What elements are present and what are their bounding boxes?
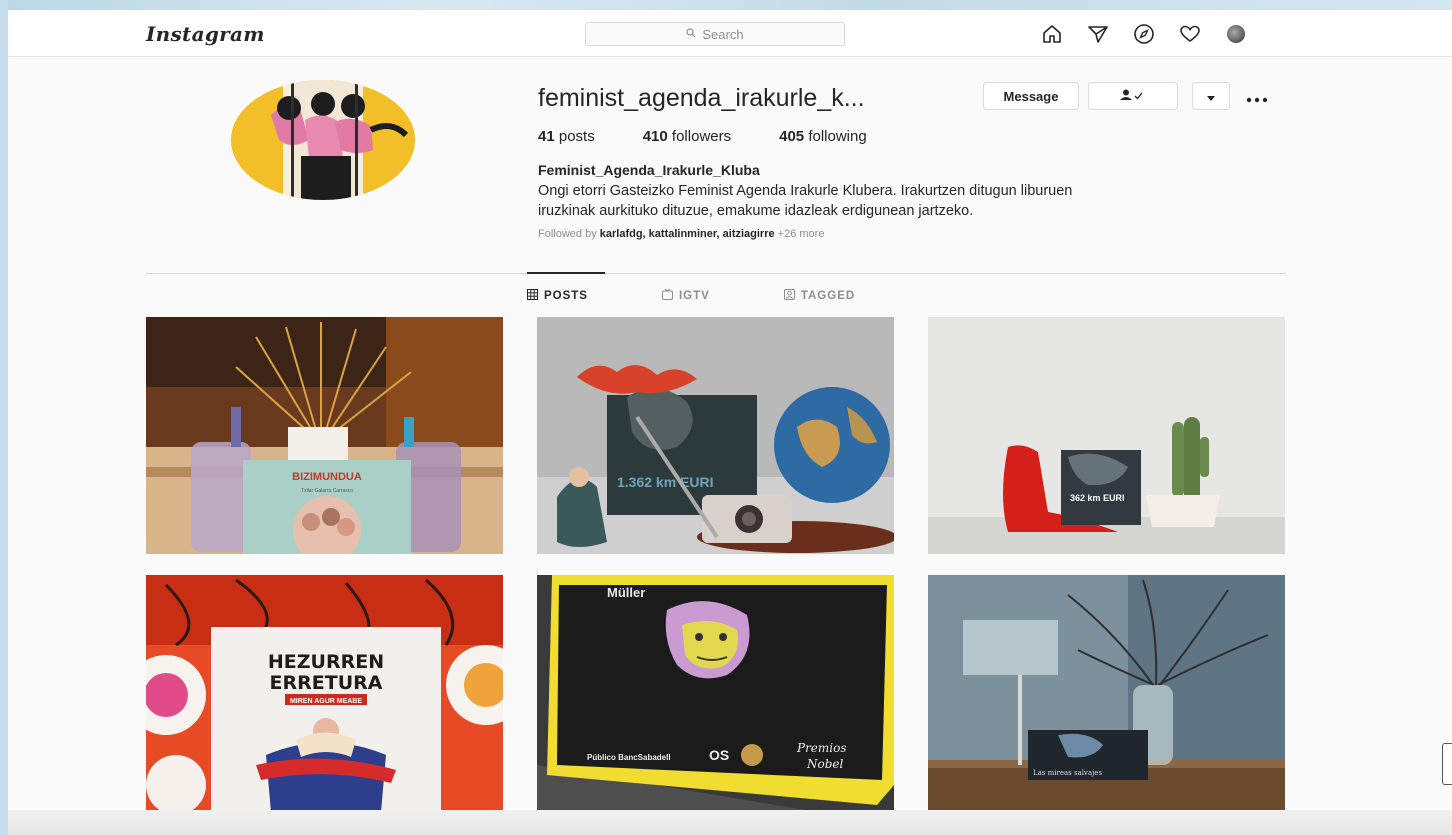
post-prize-line: Premios (796, 741, 847, 755)
profile-tabs: POSTS IGTV TAGGED (527, 288, 929, 303)
post-book-brand: Müller (607, 585, 645, 600)
post-thumbnail[interactable]: Las mireas salvajes (928, 575, 1285, 812)
post-book-title: HEZURREN (268, 651, 384, 673)
post-book-title: BIZIMUNDUA (292, 471, 362, 483)
scrollbar-handle[interactable] (1442, 743, 1452, 785)
tabs-divider (146, 273, 1286, 274)
post-thumbnail[interactable]: 362 km EURI (928, 317, 1285, 554)
search-icon (686, 27, 696, 41)
bio-line: iruzkinak aurkituko dituzue, emakume ida… (538, 203, 974, 219)
profile-bio: Ongi etorri Gasteizko Feminist Agenda Ir… (538, 181, 1298, 221)
post-book-title: 362 km EURI (1070, 493, 1125, 503)
top-nav-bar: Instagram Search (8, 10, 1452, 57)
post-book-author: MIREN AGUR MEABE (290, 698, 362, 705)
post-book-title: ERRETURA (270, 672, 383, 694)
search-placeholder: Search (702, 26, 744, 42)
home-icon[interactable] (1040, 22, 1064, 46)
post-book-subtitle: Txilar Galarra Carrasco (301, 488, 353, 494)
grid-icon (527, 289, 538, 303)
profile-full-name: Feminist_Agenda_Irakurle_Kluba (538, 162, 760, 178)
message-button[interactable]: Message (983, 82, 1079, 110)
post-thumbnail[interactable]: 1.362 km EURI (537, 317, 894, 554)
followed-by[interactable]: Followed by karlafdg, kattalinminer, ait… (538, 228, 824, 240)
followed-by-names[interactable]: karlafdg, kattalinminer, aitziagirre (600, 228, 775, 240)
search-input[interactable]: Search (585, 22, 845, 46)
suggestions-dropdown-button[interactable] (1192, 82, 1230, 110)
screen-background-left (0, 0, 8, 835)
profile-username: feminist_agenda_irakurle_k... (538, 84, 865, 112)
direct-icon[interactable] (1086, 22, 1110, 46)
profile-picture[interactable] (231, 80, 415, 200)
more-options-icon[interactable] (1246, 87, 1268, 108)
post-thumbnail[interactable]: HEZURREN ERRETURA MIREN AGUR MEABE (146, 575, 503, 812)
tab-igtv[interactable]: IGTV (661, 288, 710, 303)
tab-tagged[interactable]: TAGGED (783, 289, 855, 303)
following-stat[interactable]: 405 following (779, 128, 867, 145)
browser-window: Instagram Search feminist_agenda_irakurl… (8, 10, 1452, 835)
person-check-icon (1120, 89, 1146, 104)
post-sponsor: Público BancSabadell (587, 753, 671, 762)
caret-down-icon (1207, 89, 1215, 104)
post-prize-mark: OS (709, 747, 729, 763)
post-thumbnail[interactable]: Müller Público BancSabadell OS Premios N… (537, 575, 894, 812)
bio-line: Ongi etorri Gasteizko Feminist Agenda Ir… (538, 183, 1073, 199)
tagged-icon (783, 289, 795, 303)
post-prize-line: Nobel (806, 757, 844, 771)
igtv-icon (661, 288, 673, 303)
post-thumbnail[interactable]: BIZIMUNDUA Txilar Galarra Carrasco (146, 317, 503, 554)
instagram-logo[interactable]: Instagram (146, 22, 265, 46)
next-row-preview (8, 810, 1452, 835)
explore-icon[interactable] (1132, 22, 1156, 46)
activity-heart-icon[interactable] (1178, 22, 1202, 46)
post-book-title: Las mireas salvajes (1033, 769, 1102, 777)
followers-stat[interactable]: 410 followers (643, 128, 731, 145)
nav-icons (1040, 22, 1248, 46)
active-tab-indicator (527, 272, 605, 274)
post-book-title: 1.362 km EURI (617, 474, 714, 490)
screen-background-top (0, 0, 1452, 10)
profile-stats: 41 posts 410 followers 405 following (538, 128, 867, 145)
posts-stat: 41 posts (538, 128, 595, 145)
following-button[interactable] (1088, 82, 1178, 110)
profile-avatar-icon[interactable] (1224, 22, 1248, 46)
tab-posts[interactable]: POSTS (527, 289, 588, 303)
